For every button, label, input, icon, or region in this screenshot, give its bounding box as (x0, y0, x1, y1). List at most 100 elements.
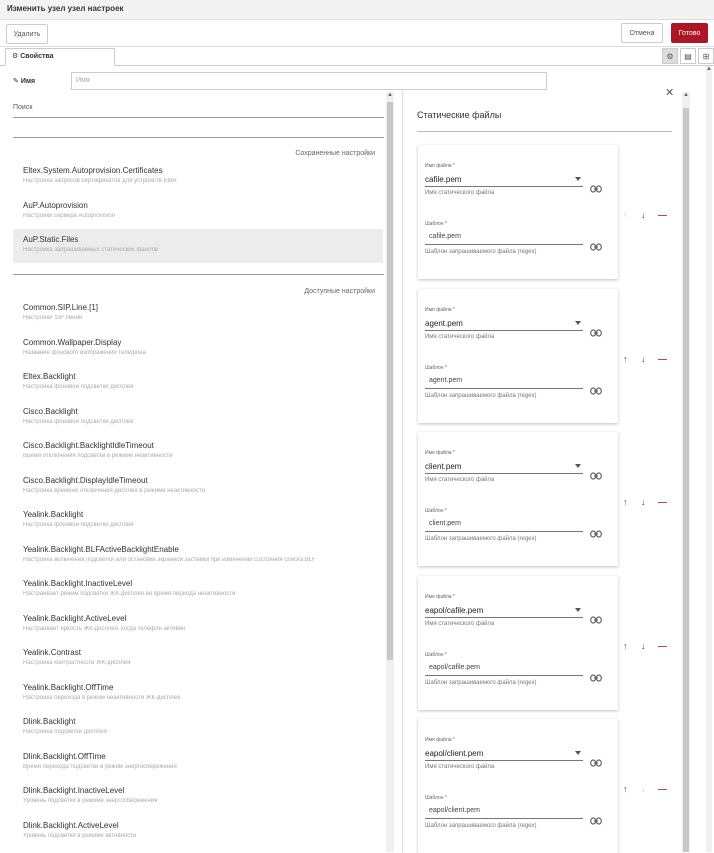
pattern-value: agent.pem (429, 376, 463, 384)
arrow-up-icon[interactable]: ↑ (623, 498, 628, 507)
link-icon[interactable] (590, 525, 602, 538)
file-name-select[interactable]: client.pem (425, 462, 583, 474)
arrow-up-icon[interactable]: ↑ (623, 211, 628, 220)
scroll-up-icon[interactable]: ▲ (387, 92, 393, 98)
left-scrollbar[interactable]: ▲ (386, 92, 394, 852)
scroll-up-icon[interactable]: ▲ (683, 92, 689, 98)
link-icon[interactable] (590, 611, 602, 624)
list-item-description: Настройка времени отключения дисплея в р… (23, 487, 205, 494)
layout-tab-icon[interactable]: ⊞ (698, 48, 714, 64)
right-scrollbar-thumb[interactable] (683, 108, 689, 852)
link-icon[interactable] (590, 754, 602, 767)
file-name-select[interactable]: eapol/cafile.pem (425, 606, 583, 618)
chevron-down-icon[interactable] (575, 464, 581, 468)
scroll-up-icon[interactable]: ▲ (706, 66, 712, 72)
file-name-select[interactable]: cafile.pem (425, 175, 583, 187)
cancel-button[interactable]: Отмена (621, 23, 663, 43)
list-item-description: Настройка запрашиваемых статических файл… (23, 247, 159, 253)
name-input[interactable]: Имя (71, 72, 547, 90)
chevron-down-icon[interactable] (575, 320, 581, 325)
list-item-title: Common.SIP.Line.[1] (23, 303, 99, 312)
close-icon[interactable]: ✕ (665, 86, 674, 99)
arrow-up-icon[interactable]: ↑ (623, 354, 628, 364)
list-item-title: Cisco.Backlight (23, 406, 78, 416)
list-item[interactable]: Cisco.Backlight.BacklightIdleTimeout Врем… (13, 435, 383, 469)
pattern-input[interactable]: eapol/client.pem (425, 807, 583, 819)
arrow-up-icon[interactable]: ↑ (623, 641, 628, 651)
minus-icon[interactable]: — (658, 354, 667, 364)
delete-button[interactable]: Удалить (6, 24, 48, 44)
list-item-description: Настройки SIP линии (23, 315, 83, 321)
link-icon[interactable] (590, 467, 602, 480)
pattern-input[interactable]: client.pem (425, 520, 583, 532)
pattern-input[interactable]: agent.pem (425, 377, 583, 389)
list-item[interactable]: Dlink.Backlight.OffTime Время перехода по… (13, 746, 383, 780)
pattern-value: eapol/cafile.pem (429, 663, 480, 671)
list-item[interactable]: Dlink.Backlight.ActiveLevel Уровень подсв… (13, 815, 383, 849)
chevron-down-icon[interactable] (575, 607, 581, 612)
list-item[interactable]: Yealink.Backlight.InactiveLevel Настраива… (13, 573, 383, 607)
list-item-title: Eltex.System.Autoprovision.Certificates (23, 166, 163, 175)
arrow-up-icon[interactable]: ↑ (623, 785, 628, 794)
settings-tab-icon[interactable]: ⚙ (662, 48, 678, 64)
file-name-select[interactable]: eapol/client.pem (425, 749, 583, 761)
pattern-label: Шаблон * (425, 221, 447, 227)
list-item[interactable]: Yealink.Backlight.ActiveLevel Настраивает… (13, 608, 383, 642)
minus-icon[interactable]: — (658, 211, 667, 220)
list-item[interactable]: Dlink.Backlight Настройка подсветки диспл… (13, 711, 383, 745)
pattern-input[interactable]: eapol/cafile.pem (425, 664, 583, 676)
search-input[interactable] (13, 117, 384, 118)
file-name-help: Имя статического файла (425, 620, 495, 627)
list-item[interactable]: Dlink.Backlight.InactiveLevel Уровень под… (13, 780, 383, 814)
list-item[interactable]: AuP.Autoprovision Настройки сервера Autop… (13, 195, 383, 229)
arrow-down-icon[interactable]: ↓ (641, 354, 646, 364)
list-item[interactable]: Cisco.Backlight Настройка фоновой подсвет… (13, 401, 383, 435)
list-item[interactable]: Common.Wallpaper.Display Название фоновог… (13, 332, 383, 366)
minus-icon[interactable]: — (658, 785, 667, 794)
list-item-title: Dlink.Backlight.ActiveLevel (23, 820, 119, 830)
document-tab-icon[interactable]: ▤ (680, 48, 696, 64)
list-item[interactable]: Eltex.System.Autoprovision.Certificates Н… (13, 160, 383, 194)
left-scrollbar-thumb[interactable] (387, 102, 393, 660)
list-item[interactable]: Yealink.Contrast Настройка контрастности … (13, 642, 383, 676)
arrow-down-icon[interactable]: ↓ (641, 785, 646, 794)
arrow-down-icon[interactable]: ↓ (641, 211, 646, 220)
link-icon[interactable] (590, 812, 602, 825)
minus-icon[interactable]: — (658, 641, 667, 651)
list-item[interactable]: Common.SIP.Line.[1] Настройки SIP линии (13, 297, 383, 331)
link-icon[interactable] (590, 669, 602, 682)
page-scrollbar[interactable]: ▲ (706, 66, 712, 852)
list-item-description: Настройка фоновой подсветки дисплея (23, 384, 134, 390)
list-item-description: Настраивает режим подсветки ЖК-дисплея в… (23, 591, 236, 597)
file-name-select[interactable]: agent.pem (425, 319, 583, 331)
list-item[interactable]: AuP.Static.Files Настройка запрашиваемых … (13, 229, 383, 263)
link-icon[interactable] (590, 382, 602, 395)
list-item[interactable]: Cisco.Backlight.DisplayIdleTimeout Настро… (13, 470, 383, 504)
tab-properties[interactable]: ⚙ Свойства (5, 48, 115, 66)
link-icon[interactable] (590, 238, 602, 251)
list-item-description: Настройка подсветки дисплея (23, 729, 107, 735)
file-name-help: Имя статического файла (425, 190, 495, 196)
list-item[interactable]: Yealink.Backlight Настройка фоновой подсв… (13, 504, 383, 538)
right-scrollbar[interactable]: ▲ (682, 92, 690, 852)
pattern-value: cafile.pem (429, 233, 461, 240)
minus-icon[interactable]: — (658, 498, 667, 507)
chevron-down-icon[interactable] (575, 751, 581, 755)
file-name-help: Имя статического файла (425, 764, 495, 770)
file-name-label: Имя файла * (425, 593, 455, 600)
pattern-value: eapol/client.pem (429, 807, 480, 814)
list-item[interactable]: Eltex.Backlight Настройка фоновой подсвет… (13, 366, 383, 400)
arrow-down-icon[interactable]: ↓ (641, 498, 646, 507)
chevron-down-icon[interactable] (575, 177, 581, 181)
link-icon[interactable] (590, 324, 602, 337)
list-item-title: Eltex.Backlight (23, 372, 76, 381)
list-item-description: Настройка фоновой подсветки дисплея (23, 522, 134, 528)
pattern-input[interactable]: cafile.pem (425, 233, 583, 245)
link-icon[interactable] (590, 180, 602, 193)
list-item[interactable]: Yealink.Backlight.OffTime Настройка перех… (13, 677, 383, 711)
done-button[interactable]: Готово (671, 23, 708, 43)
arrow-down-icon[interactable]: ↓ (641, 641, 646, 651)
list-item-title: AuP.Static.Files (23, 235, 79, 244)
list-item[interactable]: Yealink.Backlight.BLFActiveBacklightEnab… (13, 539, 383, 573)
static-file-card: Имя файла * eapol/client.pem Имя статическ… (418, 719, 618, 853)
